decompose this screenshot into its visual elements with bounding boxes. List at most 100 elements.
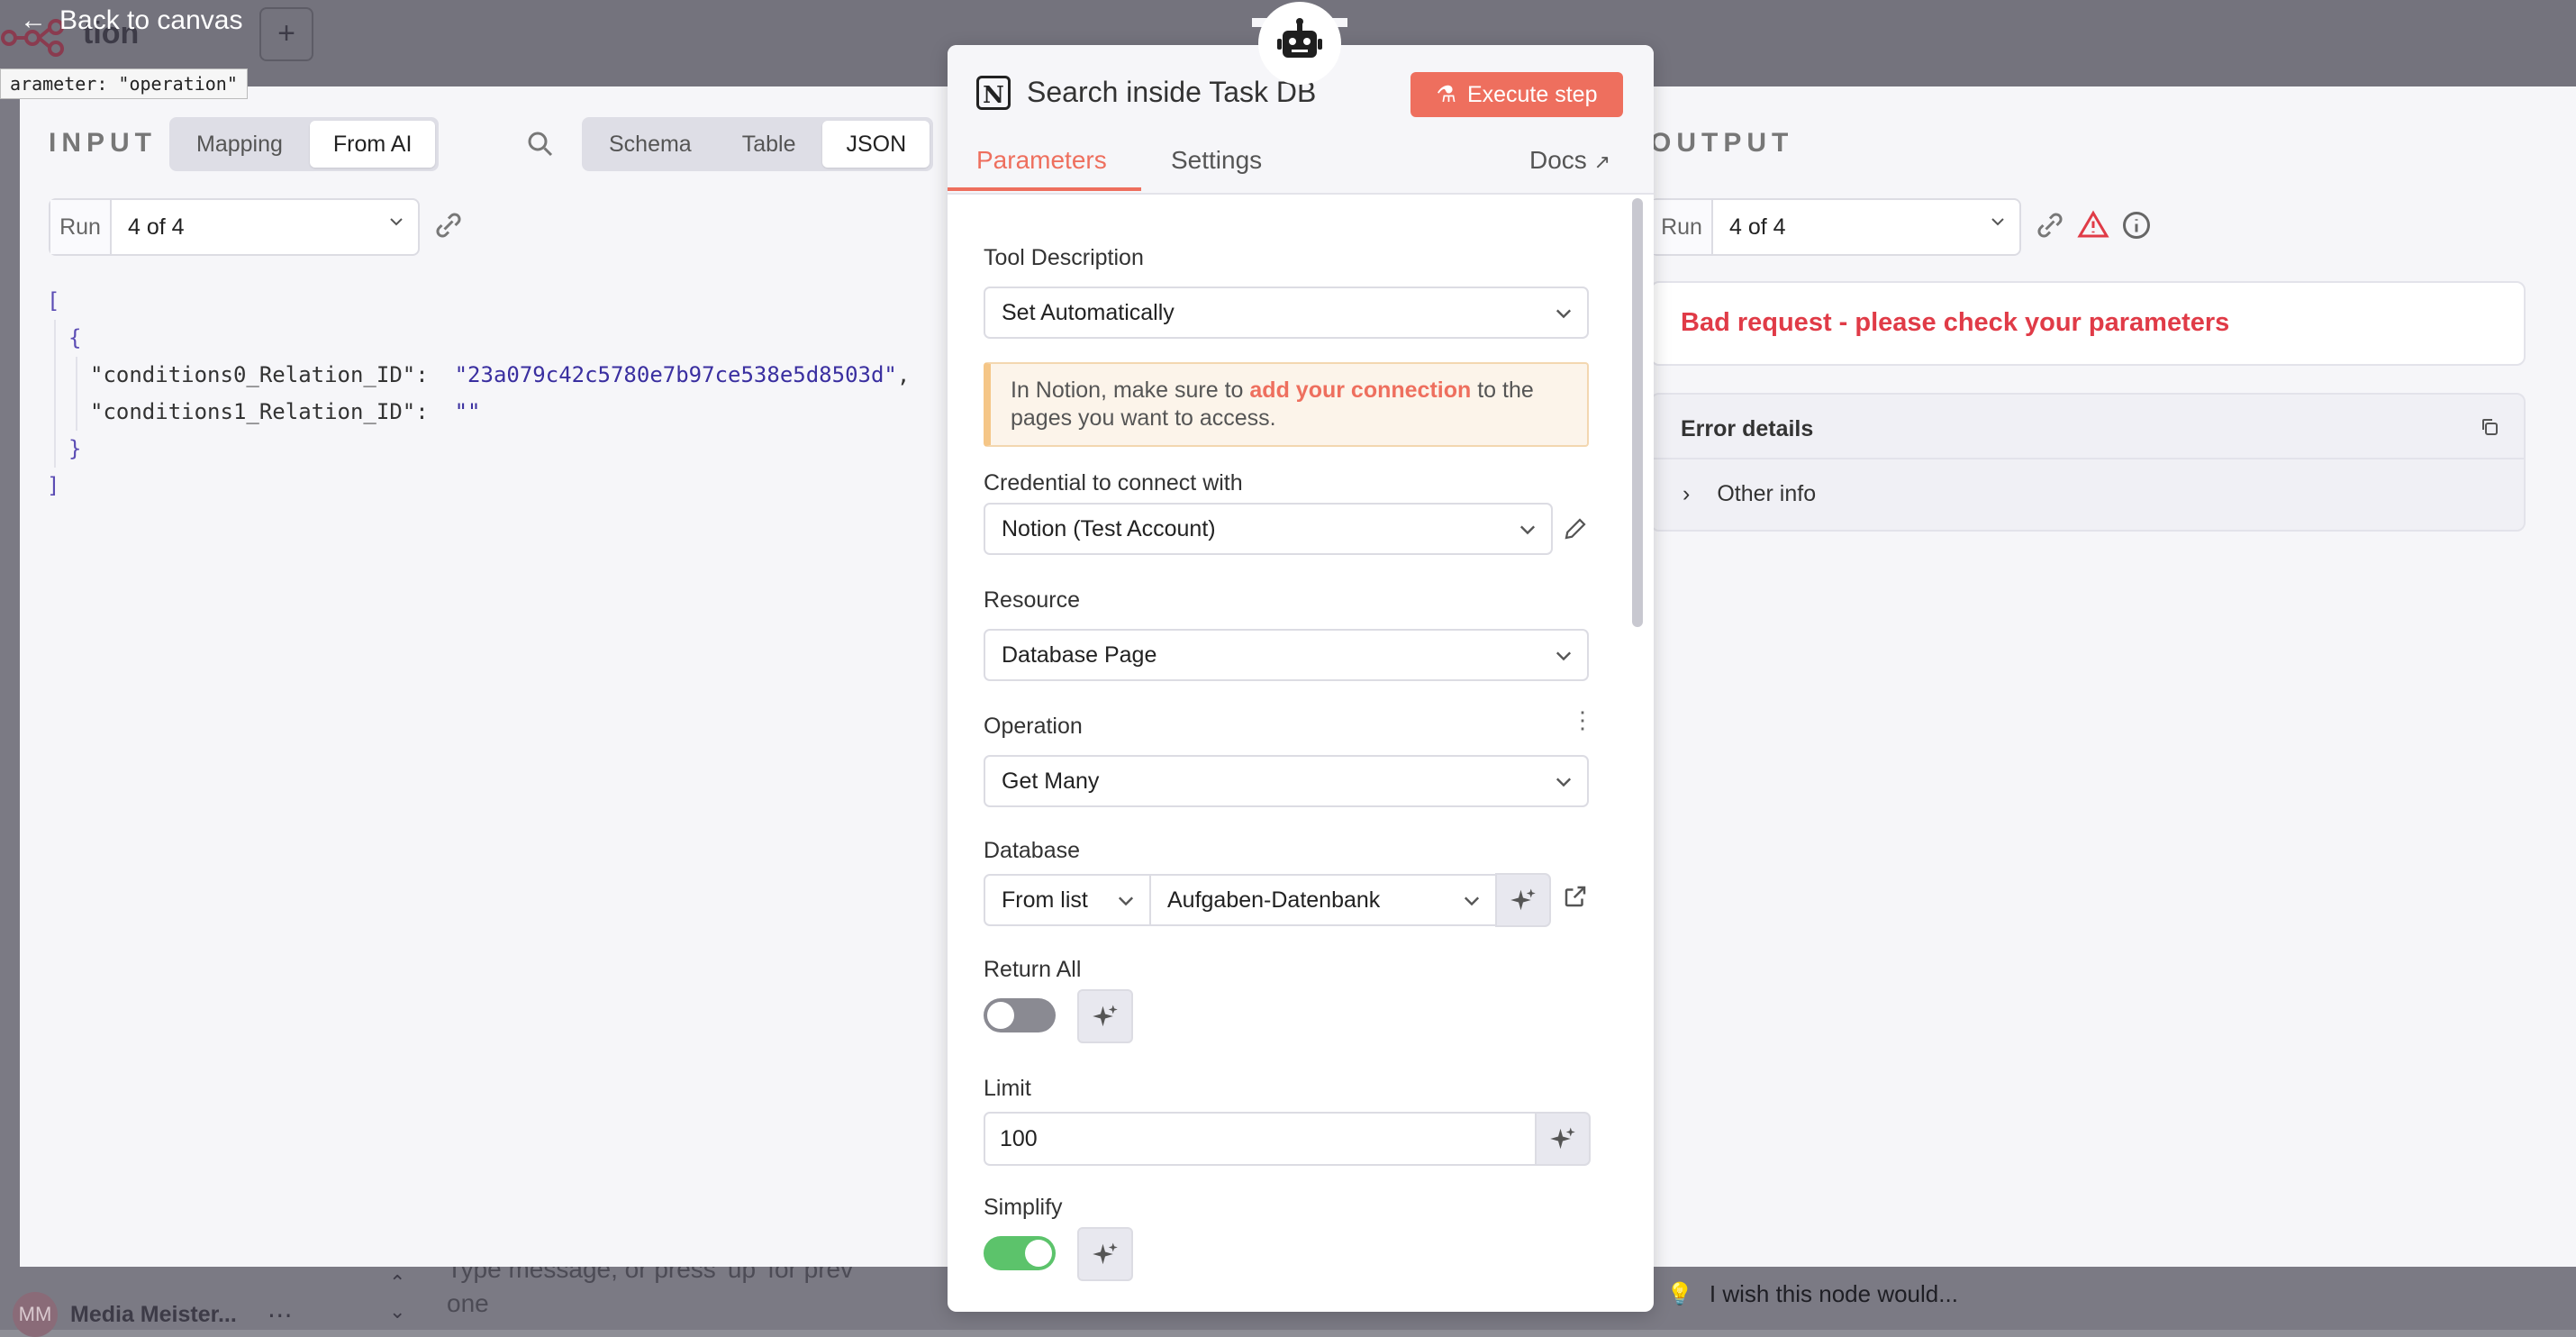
resource-select[interactable]: Database Page bbox=[984, 629, 1589, 681]
avatar: MM bbox=[13, 1292, 58, 1337]
return-all-label: Return All bbox=[984, 957, 1082, 982]
simplify-label: Simplify bbox=[984, 1195, 1063, 1220]
sparkle-icon bbox=[1093, 1005, 1118, 1027]
output-pane: OUTPUT Run 4 of 4 Bad request - please c… bbox=[1650, 86, 2576, 1267]
output-title: OUTPUT bbox=[1650, 128, 1794, 158]
database-value: Aufgaben-Datenbank bbox=[1167, 887, 1381, 913]
tab-settings[interactable]: Settings bbox=[1171, 146, 1262, 175]
kebab-menu-icon[interactable]: ⋮ bbox=[1571, 706, 1594, 734]
chevron-down-icon bbox=[1519, 525, 1536, 535]
feedback-input[interactable]: 💡 I wish this node would... bbox=[1666, 1269, 1958, 1319]
user-name: Media Meister... bbox=[70, 1301, 237, 1327]
ai-sparkle-button[interactable] bbox=[1495, 873, 1551, 927]
view-table[interactable]: Table bbox=[719, 121, 820, 168]
simplify-toggle[interactable] bbox=[984, 1236, 1056, 1270]
tab-parameters[interactable]: Parameters bbox=[976, 146, 1107, 175]
run-label: Run bbox=[1652, 200, 1713, 254]
execute-step-button[interactable]: ⚗ Execute step bbox=[1410, 72, 1623, 117]
json-brace: } bbox=[68, 436, 82, 461]
history-chevrons-icon[interactable]: ⌃ ⌄ bbox=[389, 1269, 405, 1326]
mode-mapping[interactable]: Mapping bbox=[173, 121, 306, 168]
input-run-select[interactable]: Run 4 of 4 bbox=[49, 198, 420, 256]
run-label: Run bbox=[50, 200, 112, 254]
json-row[interactable]: "conditions1_Relation_ID": "" bbox=[90, 394, 910, 431]
operation-value: Get Many bbox=[1002, 769, 1100, 794]
search-icon[interactable] bbox=[524, 128, 557, 160]
output-run-select[interactable]: Run 4 of 4 bbox=[1650, 198, 2021, 256]
divider bbox=[1652, 458, 2524, 459]
tool-description-value: Set Automatically bbox=[1002, 300, 1175, 325]
pencil-icon[interactable] bbox=[1562, 515, 1589, 542]
json-bracket: [ bbox=[47, 288, 60, 314]
sparkle-icon bbox=[1510, 888, 1536, 911]
database-mode-value: From list bbox=[1002, 887, 1088, 913]
json-value: "" bbox=[454, 399, 481, 424]
operation-select[interactable]: Get Many bbox=[984, 755, 1589, 807]
limit-label: Limit bbox=[984, 1076, 1031, 1101]
link-icon[interactable] bbox=[432, 209, 465, 241]
flask-icon: ⚗ bbox=[1436, 82, 1456, 107]
chevron-down-icon bbox=[1976, 200, 2019, 254]
error-details-panel: Error details › Other info bbox=[1650, 393, 2526, 532]
error-message: Bad request - please check your paramete… bbox=[1681, 308, 2230, 337]
json-value: "23a079c42c5780e7b97ce538e5d8503d" bbox=[454, 362, 897, 387]
chevron-down-icon bbox=[1118, 896, 1134, 906]
database-mode-select[interactable]: From list bbox=[984, 874, 1151, 926]
execute-label: Execute step bbox=[1466, 81, 1598, 107]
parameter-tooltip: arameter: "operation" bbox=[0, 68, 248, 99]
ai-sparkle-button[interactable] bbox=[1077, 989, 1133, 1043]
active-tab-indicator bbox=[948, 187, 1141, 191]
limit-input[interactable]: 100 bbox=[984, 1112, 1537, 1166]
json-key: "conditions1_Relation_ID": bbox=[90, 399, 429, 424]
add-connection-link[interactable]: add your connection bbox=[1249, 377, 1471, 403]
sparkle-icon bbox=[1093, 1242, 1118, 1265]
ai-sparkle-button[interactable] bbox=[1535, 1112, 1591, 1166]
resource-label: Resource bbox=[984, 587, 1080, 613]
add-tab-button[interactable]: + bbox=[259, 7, 313, 61]
run-value: 4 of 4 bbox=[128, 214, 185, 240]
node-settings-panel: N Search inside Task DB ⚗ Execute step P… bbox=[948, 45, 1654, 1312]
view-json[interactable]: JSON bbox=[822, 121, 930, 168]
tool-description-select[interactable]: Set Automatically bbox=[984, 286, 1589, 339]
other-info-toggle[interactable]: › Other info bbox=[1683, 481, 1816, 507]
chevron-right-icon: › bbox=[1683, 481, 1691, 506]
json-object-body: "conditions0_Relation_ID": "23a079c42c57… bbox=[76, 357, 910, 431]
mode-from-ai[interactable]: From AI bbox=[309, 121, 436, 168]
external-link-icon[interactable] bbox=[1562, 883, 1589, 910]
notion-connection-notice: In Notion, make sure to add your connect… bbox=[984, 362, 1589, 447]
feedback-placeholder: I wish this node would... bbox=[1709, 1279, 1958, 1307]
json-brace: { bbox=[68, 325, 82, 350]
input-title: INPUT bbox=[49, 128, 157, 158]
docs-label: Docs bbox=[1529, 146, 1587, 174]
link-icon[interactable] bbox=[2034, 209, 2066, 241]
docs-link[interactable]: Docs ↗ bbox=[1529, 146, 1610, 175]
credential-select[interactable]: Notion (Test Account) bbox=[984, 503, 1553, 555]
back-to-canvas-button[interactable]: ← Back to canvas bbox=[20, 5, 242, 36]
scrollbar[interactable] bbox=[1632, 198, 1643, 627]
info-icon[interactable] bbox=[2120, 209, 2153, 241]
user-menu[interactable]: MM Media Meister... ⋯ bbox=[13, 1292, 293, 1337]
view-schema[interactable]: Schema bbox=[585, 121, 715, 168]
error-banner: Bad request - please check your paramete… bbox=[1650, 281, 2526, 366]
database-select[interactable]: Aufgaben-Datenbank bbox=[1149, 874, 1497, 926]
copy-icon[interactable] bbox=[2479, 416, 2500, 438]
return-all-toggle[interactable] bbox=[984, 998, 1056, 1032]
database-label: Database bbox=[984, 838, 1081, 863]
json-bracket: ] bbox=[47, 473, 60, 498]
error-details-title: Error details bbox=[1681, 416, 1814, 441]
tool-description-label: Tool Description bbox=[984, 245, 1144, 270]
more-icon[interactable]: ⋯ bbox=[268, 1300, 293, 1330]
chevron-down-icon bbox=[1556, 778, 1572, 787]
ai-agent-robot-icon bbox=[1252, 2, 1347, 85]
sparkle-icon bbox=[1550, 1127, 1575, 1150]
json-array-body: { "conditions0_Relation_ID": "23a079c42c… bbox=[54, 320, 910, 468]
json-row[interactable]: "conditions0_Relation_ID": "23a079c42c57… bbox=[90, 357, 910, 394]
ai-sparkle-button[interactable] bbox=[1077, 1227, 1133, 1281]
credential-label: Credential to connect with bbox=[984, 470, 1243, 496]
notice-prefix: In Notion, make sure to bbox=[1011, 377, 1250, 403]
input-mode-switch: Mapping From AI bbox=[169, 117, 440, 171]
credential-value: Notion (Test Account) bbox=[1002, 516, 1216, 541]
lightbulb-icon: 💡 bbox=[1666, 1281, 1693, 1306]
json-viewer: [ { "conditions0_Relation_ID": "23a079c4… bbox=[47, 283, 910, 505]
chevron-down-icon bbox=[375, 200, 418, 254]
